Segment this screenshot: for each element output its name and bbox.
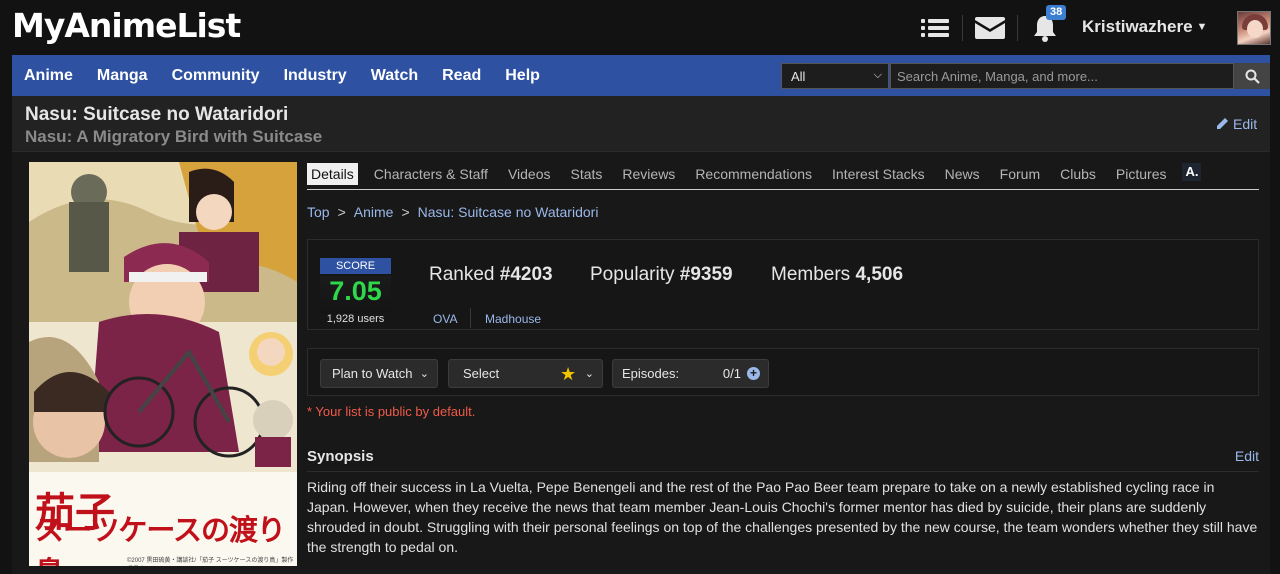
search-icon [1245, 69, 1260, 84]
nav-manga[interactable]: Manga [85, 67, 160, 85]
breadcrumb-current[interactable]: Nasu: Suitcase no Wataridori [418, 204, 599, 220]
search-category-value: All [791, 68, 806, 84]
header-divider [962, 15, 963, 41]
chevron-down-icon: ⌄ [419, 368, 429, 380]
members-value: 4,506 [855, 264, 904, 285]
english-title: Nasu: A Migratory Bird with Suitcase [25, 127, 323, 146]
list-public-note: * Your list is public by default. [307, 404, 476, 419]
tab-interest-stacks[interactable]: Interest Stacks [828, 163, 929, 185]
avatar[interactable] [1237, 11, 1271, 45]
score-box: SCORE 7.05 1,928 users Ranked #4203 Popu… [307, 239, 1259, 330]
status-value: Plan to Watch [332, 366, 413, 381]
breadcrumb-top[interactable]: Top [307, 204, 330, 220]
score-select[interactable]: Select ★ ⌄ [448, 359, 603, 388]
anilist-icon[interactable]: A. [1182, 163, 1202, 181]
episodes-control: Episodes: 0/1 + [612, 359, 769, 388]
divider [470, 308, 471, 328]
chevron-down-icon: ⌄ [584, 368, 594, 380]
detail-tabs: Details Characters & Staff Videos Stats … [307, 163, 1259, 190]
user-menu[interactable]: Kristiwazhere ▼ [1082, 17, 1207, 37]
tab-reviews[interactable]: Reviews [618, 163, 679, 185]
tab-characters-staff[interactable]: Characters & Staff [370, 163, 492, 185]
site-logo[interactable]: MyAnimeList [12, 6, 241, 45]
score-label: SCORE [320, 258, 391, 274]
score-users: 1,928 users [326, 313, 385, 325]
tab-pictures[interactable]: Pictures [1112, 163, 1171, 185]
popularity-stat: Popularity #9359 [590, 264, 733, 286]
tab-recommendations[interactable]: Recommendations [691, 163, 816, 185]
synopsis-edit-link[interactable]: Edit [1235, 448, 1259, 464]
synopsis-title: Synopsis [307, 448, 374, 465]
main-nav: Anime Manga Community Industry Watch Rea… [12, 55, 1270, 96]
divider [307, 471, 1259, 472]
episodes-label: Episodes: [622, 366, 680, 381]
title-bar: Nasu: Suitcase no Wataridori Nasu: A Mig… [12, 96, 1270, 152]
ranked-label: Ranked [429, 264, 495, 285]
tab-videos[interactable]: Videos [504, 163, 555, 185]
nav-community[interactable]: Community [160, 67, 272, 85]
nav-help[interactable]: Help [493, 67, 552, 85]
list-icon[interactable] [918, 11, 952, 45]
studio-link[interactable]: Madhouse [485, 312, 541, 326]
chevron-down-icon: ⌵ [873, 69, 882, 81]
header-icons: 38 [918, 5, 1067, 46]
header-divider [1017, 15, 1018, 41]
notification-badge: 38 [1046, 5, 1067, 20]
ranked-stat: Ranked #4203 [429, 264, 553, 286]
bell-icon[interactable]: 38 [1028, 5, 1067, 45]
mail-icon[interactable] [973, 11, 1007, 45]
breadcrumb-separator: > [401, 204, 410, 220]
score-value: 7.05 [320, 276, 391, 313]
pencil-icon [1217, 118, 1228, 129]
ranked-value: #4203 [499, 264, 553, 285]
tab-stats[interactable]: Stats [567, 163, 607, 185]
breadcrumb-anime[interactable]: Anime [354, 204, 394, 220]
page-title: Nasu: Suitcase no Wataridori [25, 104, 289, 125]
synopsis-header: Synopsis Edit [307, 448, 1259, 467]
star-icon: ★ [560, 364, 577, 384]
popularity-label: Popularity [590, 264, 675, 285]
tab-news[interactable]: News [941, 163, 984, 185]
edit-title-link[interactable]: Edit [1215, 116, 1257, 132]
tab-details[interactable]: Details [307, 163, 358, 185]
score-select-value: Select [463, 366, 500, 381]
members-stat: Members 4,506 [771, 264, 903, 286]
nav-watch[interactable]: Watch [359, 67, 430, 85]
episodes-value[interactable]: 0/1 [723, 366, 741, 381]
search-category-select[interactable]: All ⌵ [781, 63, 889, 89]
type-link[interactable]: OVA [433, 312, 457, 326]
anime-poster[interactable]: 茄子 スーツケースの渡り鳥 ©2007 黒田硫黄・講談社/「茄子 スーツケースの… [29, 162, 297, 566]
tab-clubs[interactable]: Clubs [1056, 163, 1100, 185]
nav-read[interactable]: Read [430, 67, 493, 85]
status-select[interactable]: Plan to Watch ⌄ [320, 359, 438, 388]
search-button[interactable] [1234, 63, 1270, 89]
tab-forum[interactable]: Forum [996, 163, 1044, 185]
nav-industry[interactable]: Industry [272, 67, 359, 85]
main-content: 茄子 スーツケースの渡り鳥 ©2007 黒田硫黄・講談社/「茄子 スーツケースの… [12, 152, 1270, 574]
list-controls: Plan to Watch ⌄ Select ★ ⌄ Episodes: 0/1… [307, 348, 1259, 396]
synopsis-text: Riding off their success in La Vuelta, P… [307, 479, 1258, 555]
members-label: Members [771, 264, 851, 285]
search-input[interactable]: Search Anime, Manga, and more... [890, 63, 1234, 89]
username: Kristiwazhere [1082, 17, 1193, 36]
popularity-value: #9359 [679, 264, 733, 285]
poster-copyright: ©2007 黒田硫黄・講談社/「茄子 スーツケースの渡り鳥」製作委員会 [127, 558, 294, 564]
breadcrumb-separator: > [337, 204, 346, 220]
edit-label: Edit [1233, 116, 1258, 132]
plus-icon[interactable]: + [747, 367, 760, 380]
breadcrumb: Top > Anime > Nasu: Suitcase no Wataridori [307, 204, 598, 220]
top-header: MyAnimeList 38 Kristiwazhere ▼ [0, 0, 1280, 55]
search-placeholder: Search Anime, Manga, and more... [897, 68, 1098, 84]
nav-anime[interactable]: Anime [12, 67, 85, 85]
caret-down-icon: ▼ [1196, 21, 1208, 33]
